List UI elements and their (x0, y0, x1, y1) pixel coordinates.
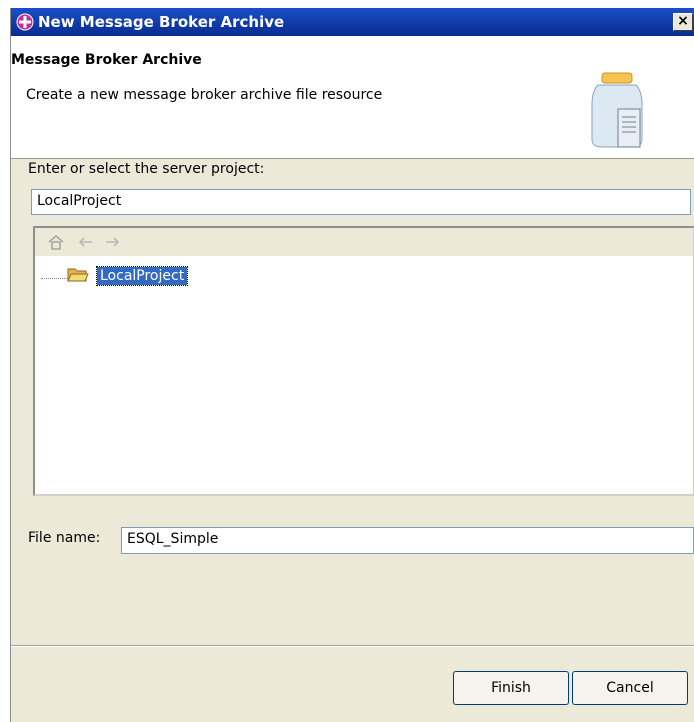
file-name-input[interactable]: ESQL_Simple (121, 527, 694, 554)
banner-description: Create a new message broker archive file… (26, 87, 383, 103)
forward-arrow-icon[interactable] (103, 233, 121, 251)
back-arrow-icon[interactable] (77, 233, 95, 251)
project-label: Enter or select the server project: (28, 161, 265, 177)
project-tree[interactable]: LocalProject (33, 226, 694, 496)
finish-button[interactable]: Finish (453, 671, 569, 705)
wizard-banner: Message Broker Archive Create a new mess… (11, 36, 694, 159)
open-folder-icon (67, 268, 89, 282)
tree-connector (41, 278, 69, 279)
banner-heading: Message Broker Archive (11, 52, 202, 68)
home-icon[interactable] (47, 233, 65, 251)
tree-item-localproject[interactable]: LocalProject (95, 266, 189, 286)
close-button[interactable]: × (673, 13, 693, 31)
button-separator (11, 645, 694, 647)
cancel-button[interactable]: Cancel (572, 671, 688, 705)
project-input[interactable]: LocalProject (31, 189, 691, 215)
window-title: New Message Broker Archive (38, 13, 285, 31)
app-icon (16, 13, 34, 31)
new-archive-dialog: New Message Broker Archive × Message Bro… (10, 8, 694, 722)
archive-jar-icon (591, 72, 643, 148)
tree-toolbar (35, 228, 693, 256)
file-name-label: File name: (28, 530, 101, 546)
title-bar[interactable]: New Message Broker Archive × (11, 8, 694, 36)
